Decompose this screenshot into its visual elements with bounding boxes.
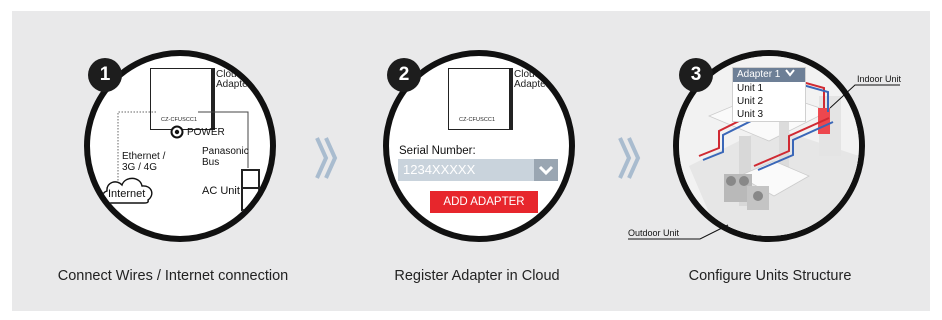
step-3-caption: Configure Units Structure: [688, 268, 852, 284]
step-3-number: 3: [679, 58, 713, 92]
outdoor-unit-label: Outdoor Unit: [628, 228, 680, 238]
indoor-unit-label: Indoor Unit: [857, 74, 902, 84]
